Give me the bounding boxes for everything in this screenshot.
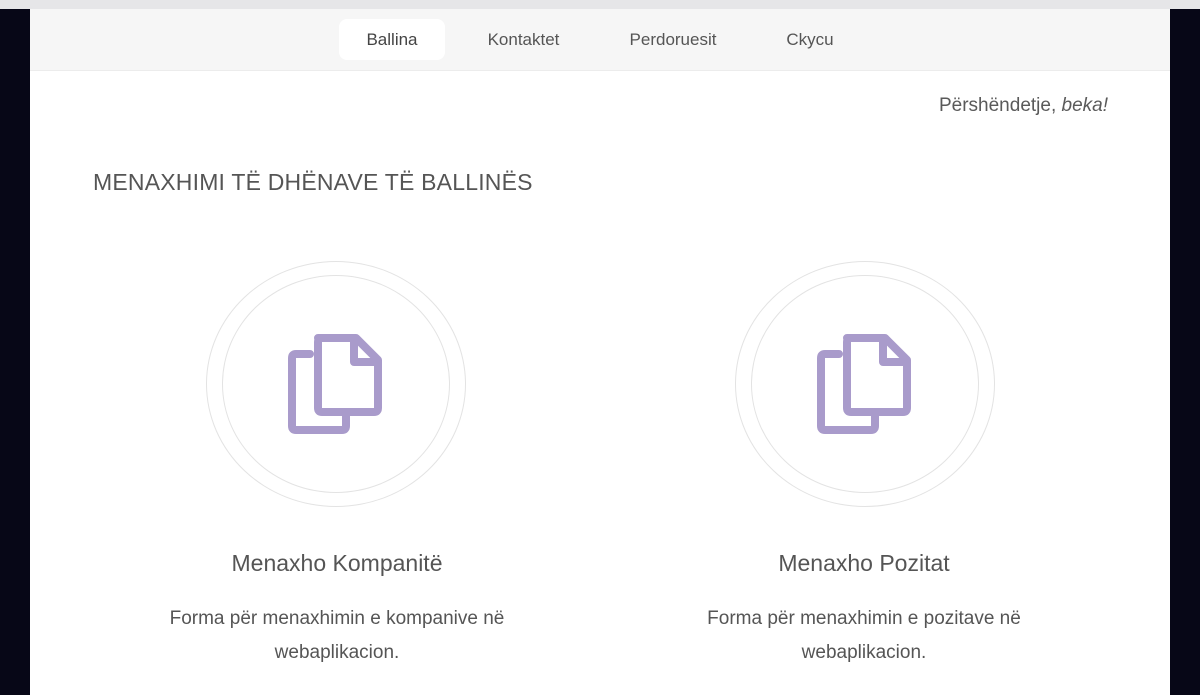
greeting: Përshëndetje, beka! [939, 95, 1108, 117]
icon-ring-outer [735, 261, 995, 507]
card-description-line: webaplikacion. [801, 642, 927, 663]
top-navbar: Ballina Kontaktet Perdoruesit Ckycu [30, 9, 1170, 71]
icon-ring-outer [206, 261, 466, 507]
card-description-line: Forma për menaxhimin e pozitave në [707, 608, 1021, 629]
nav-item-kontaktet[interactable]: Kontaktet [470, 19, 577, 60]
card-title[interactable]: Menaxho Pozitat [664, 550, 1064, 577]
greeting-username: beka! [1061, 95, 1108, 116]
card-description-line: webaplikacion. [274, 642, 400, 663]
nav-item-perdoruesit[interactable]: Perdoruesit [608, 19, 738, 60]
icon-ring-inner [222, 275, 450, 493]
page-container: Ballina Kontaktet Perdoruesit Ckycu Përs… [30, 9, 1170, 695]
copy-documents-icon [288, 334, 382, 434]
greeting-prefix: Përshëndetje, [938, 95, 1062, 116]
card-description-line: Forma për menaxhimin e kompanive në [169, 608, 505, 629]
copy-documents-icon [817, 334, 911, 434]
browser-top-strip [0, 0, 1200, 9]
nav-item-ckycu[interactable]: Ckycu [767, 19, 853, 60]
section-title: MENAXHIMI TË DHËNAVE TË BALLINËS [93, 169, 533, 195]
nav-item-ballina[interactable]: Ballina [339, 19, 445, 60]
card-description: Forma për menaxhimin e pozitave në webap… [664, 602, 1064, 670]
icon-ring-inner [751, 275, 979, 493]
card-title[interactable]: Menaxho Kompanitë [137, 550, 537, 577]
card-description: Forma për menaxhimin e kompanive në weba… [137, 602, 537, 670]
